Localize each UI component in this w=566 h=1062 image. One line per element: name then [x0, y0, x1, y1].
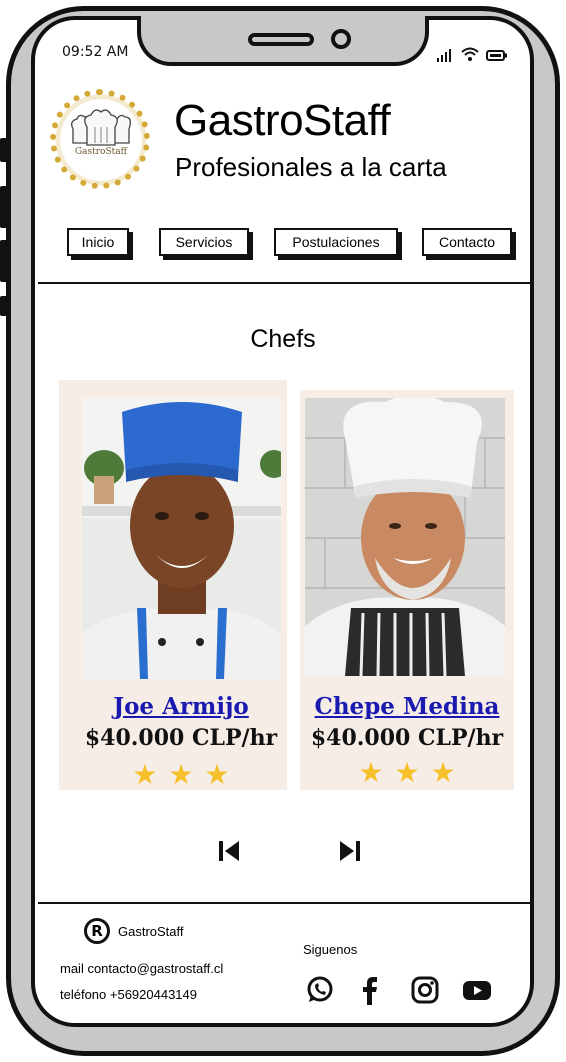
app-subtitle: Profesionales a la carta — [175, 152, 447, 182]
facebook-icon[interactable] — [355, 975, 385, 1005]
chef-card: Chepe Medina $40.000 CLP/hr ★ ★ ★ — [300, 390, 514, 790]
star-icon: ★ — [358, 756, 384, 789]
camera — [331, 29, 351, 49]
star-icon: ★ — [204, 758, 230, 791]
logo-text: GastroStaff — [74, 147, 128, 157]
star-icon: ★ — [394, 756, 420, 789]
status-icons — [436, 42, 508, 62]
skip-next-icon[interactable] — [338, 839, 362, 863]
phone-side-button — [0, 296, 8, 316]
gastrostaff-logo[interactable]: GastroStaff — [46, 85, 156, 195]
skip-previous-icon[interactable] — [217, 839, 241, 863]
nav-contacto[interactable]: Contacto — [422, 228, 512, 256]
footer-divider — [38, 902, 530, 904]
signal-icon — [437, 49, 451, 62]
header-divider — [38, 282, 530, 284]
chef-photo[interactable] — [82, 398, 281, 679]
registered-icon: R — [84, 918, 110, 944]
chef-name-link[interactable]: Joe Armijo — [59, 693, 303, 720]
star-icon: ★ — [132, 758, 158, 791]
chef-photo[interactable] — [305, 398, 505, 676]
app-title: GastroStaff — [174, 96, 391, 145]
chef-hats-icon — [71, 109, 131, 146]
chef-rating: ★ ★ ★ — [59, 761, 303, 789]
nav-postulaciones[interactable]: Postulaciones — [274, 228, 398, 256]
footer-mail: mail contacto@gastrostaff.cl — [60, 961, 224, 976]
whatsapp-icon[interactable] — [305, 975, 335, 1005]
chef-card: Joe Armijo $40.000 CLP/hr ★ ★ ★ — [59, 380, 287, 790]
footer-phone: teléfono +56920443149 — [60, 987, 197, 1002]
footer-brand-name: GastroStaff — [118, 923, 184, 939]
star-icon: ★ — [168, 758, 194, 791]
chef-price: $40.000 CLP/hr — [84, 725, 278, 751]
status-time: 09:52 AM — [62, 44, 129, 60]
nav-servicios[interactable]: Servicios — [159, 228, 249, 256]
star-icon: ★ — [430, 756, 456, 789]
section-title: Chefs — [250, 325, 316, 353]
phone-side-button — [0, 240, 8, 282]
nav-inicio[interactable]: Inicio — [67, 228, 129, 256]
chef-rating: ★ ★ ★ — [300, 759, 514, 787]
chef-name-link[interactable]: Chepe Medina — [300, 693, 514, 720]
chef-price: $40.000 CLP/hr — [310, 725, 504, 751]
battery-icon — [486, 50, 507, 61]
phone-side-button — [0, 186, 8, 228]
wifi-icon — [461, 47, 479, 61]
speaker — [248, 33, 314, 46]
phone-side-button — [0, 138, 8, 162]
follow-label: Siguenos — [303, 942, 358, 957]
instagram-icon[interactable] — [410, 975, 440, 1005]
footer-brand: R GastroStaff — [84, 918, 184, 944]
youtube-icon[interactable] — [462, 975, 492, 1005]
